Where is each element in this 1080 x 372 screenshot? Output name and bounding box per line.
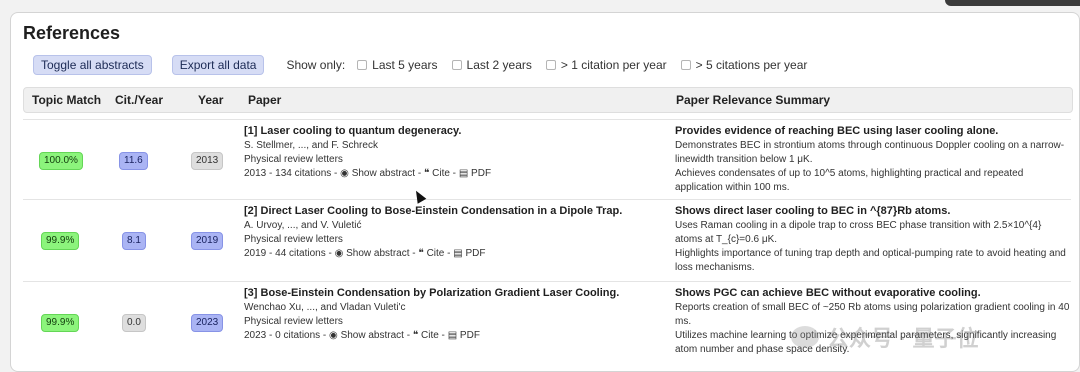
paper-cell: [2] Direct Laser Cooling to Bose-Einstei… — [244, 204, 664, 261]
page-title: References — [23, 23, 121, 43]
citation-count: 2019 - 44 citations - — [244, 248, 332, 259]
wechat-icon — [791, 326, 819, 348]
paper-cell: [1] Laser cooling to quantum degeneracy.… — [244, 124, 664, 181]
filter-last-5-years[interactable]: Last 5 years — [357, 58, 438, 72]
summary-cell: Provides evidence of reaching BEC using … — [675, 124, 1070, 195]
table-header: Topic Match Cit./Year Year Paper Paper R… — [23, 87, 1073, 113]
citations-per-year-badge: 8.1 — [122, 232, 146, 250]
pdf-icon: ▤ — [453, 248, 463, 259]
eye-icon: ◉ — [329, 330, 338, 341]
paper-journal: Physical review letters — [244, 154, 343, 165]
column-paper[interactable]: Paper — [248, 93, 281, 107]
column-topic-match[interactable]: Topic Match — [32, 93, 101, 107]
summary-point: Highlights importance of tuning trap dep… — [675, 248, 1066, 273]
paper-journal: Physical review letters — [244, 234, 343, 245]
paper-cell: [3] Bose-Einstein Condensation by Polari… — [244, 286, 664, 343]
quote-icon: ❝ — [418, 248, 424, 259]
show-abstract-link[interactable]: Show abstract - — [346, 248, 415, 259]
paper-meta: 2013 - 134 citations - ◉ Show abstract -… — [244, 167, 664, 181]
year-badge: 2023 — [191, 314, 224, 332]
pdf-link[interactable]: PDF — [460, 330, 480, 341]
citation-count: 2013 - 134 citations - — [244, 168, 338, 179]
paper-authors: S. Stellmer, ..., and F. Schreck — [244, 140, 378, 151]
summary-title: Provides evidence of reaching BEC using … — [675, 125, 999, 137]
paper-title[interactable]: [2] Direct Laser Cooling to Bose-Einstei… — [244, 204, 664, 219]
summary-point: Uses Raman cooling in a dipole trap to c… — [675, 220, 1042, 245]
summary-point: Achieves condensates of up to 10^5 atoms… — [675, 168, 1024, 193]
pdf-link[interactable]: PDF — [471, 168, 491, 179]
pdf-link[interactable]: PDF — [465, 248, 485, 259]
export-data-button[interactable]: Export all data — [171, 55, 265, 75]
pdf-icon: ▤ — [447, 330, 458, 341]
year-badge: 2013 — [191, 152, 224, 170]
summary-point: Demonstrates BEC in strontium atoms thro… — [675, 140, 1065, 165]
references-panel: References Toggle all abstracts Export a… — [10, 12, 1080, 372]
citations-per-year-badge: 0.0 — [122, 314, 146, 332]
toggle-abstracts-button[interactable]: Toggle all abstracts — [33, 55, 152, 75]
paper-authors: A. Urvoy, ..., and V. Vuletić — [244, 220, 362, 231]
column-cit-year[interactable]: Cit./Year — [115, 93, 163, 107]
filter-last-2-years[interactable]: Last 2 years — [451, 58, 532, 72]
table-row: 100.0% 11.6 2013 [1] Laser cooling to qu… — [23, 119, 1071, 200]
citation-count: 2023 - 0 citations - — [244, 330, 327, 341]
column-year[interactable]: Year — [198, 93, 223, 107]
filter-1-citation[interactable]: > 1 citation per year — [545, 58, 667, 72]
citations-per-year-badge: 11.6 — [119, 152, 148, 170]
summary-cell: Shows direct laser cooling to BEC in ^{8… — [675, 204, 1070, 275]
quote-icon: ❝ — [412, 330, 419, 341]
topic-match-badge: 99.9% — [41, 232, 80, 250]
topic-match-badge: 100.0% — [39, 152, 83, 170]
summary-title: Shows PGC can achieve BEC without evapor… — [675, 287, 981, 299]
window-edge-fragment — [945, 0, 1080, 6]
checkbox-icon[interactable] — [357, 60, 368, 70]
cite-link[interactable]: Cite - — [421, 330, 445, 341]
table-row: 99.9% 8.1 2019 [2] Direct Laser Cooling … — [23, 199, 1071, 282]
paper-meta: 2019 - 44 citations - ◉ Show abstract - … — [244, 247, 664, 261]
checkbox-icon[interactable] — [451, 60, 462, 70]
cite-link[interactable]: Cite - — [432, 168, 456, 179]
pdf-icon: ▤ — [458, 168, 469, 179]
checkbox-icon[interactable] — [680, 60, 691, 70]
eye-icon: ◉ — [334, 248, 344, 259]
paper-authors: Wenchao Xu, ..., and Vladan Vuleti'c — [244, 302, 406, 313]
column-summary[interactable]: Paper Relevance Summary — [676, 93, 830, 107]
year-badge: 2019 — [191, 232, 224, 250]
summary-title: Shows direct laser cooling to BEC in ^{8… — [675, 205, 951, 217]
eye-icon: ◉ — [340, 168, 349, 179]
paper-title[interactable]: [3] Bose-Einstein Condensation by Polari… — [244, 286, 664, 301]
topic-match-badge: 99.9% — [41, 314, 80, 332]
toolbar: Toggle all abstracts Export all data Sho… — [33, 55, 821, 75]
watermark: 公众号 · 量子位 — [791, 321, 979, 353]
show-only-label: Show only: — [286, 58, 346, 72]
paper-title[interactable]: [1] Laser cooling to quantum degeneracy. — [244, 124, 664, 139]
cite-link[interactable]: Cite - — [427, 248, 451, 259]
filter-5-citations[interactable]: > 5 citations per year — [680, 58, 807, 72]
checkbox-icon[interactable] — [545, 60, 556, 70]
show-abstract-link[interactable]: Show abstract - — [352, 168, 421, 179]
paper-journal: Physical review letters — [244, 316, 343, 327]
paper-meta: 2023 - 0 citations - ◉ Show abstract - ❝… — [244, 329, 664, 343]
quote-icon: ❝ — [423, 168, 430, 179]
show-abstract-link[interactable]: Show abstract - — [341, 330, 410, 341]
